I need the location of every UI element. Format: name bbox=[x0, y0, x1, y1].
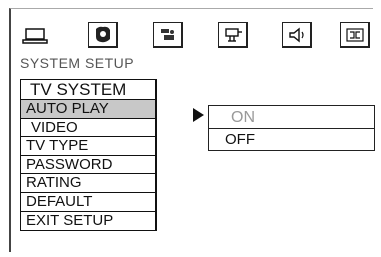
top-icon-bar bbox=[18, 22, 370, 50]
dolby-icon[interactable] bbox=[340, 22, 370, 48]
menu-item-password[interactable]: PASSWORD bbox=[21, 156, 155, 175]
section-title: SYSTEM SETUP bbox=[20, 55, 135, 71]
option-on[interactable]: ON bbox=[209, 106, 374, 129]
menu-item-tv-type[interactable]: TV TYPE bbox=[21, 137, 155, 156]
menu-item-auto-play[interactable]: AUTO PLAY bbox=[21, 100, 155, 119]
auto-play-submenu: ON OFF bbox=[208, 105, 375, 151]
monitor-icon[interactable] bbox=[20, 22, 50, 48]
menu-item-video[interactable]: VIDEO bbox=[21, 119, 155, 138]
menu-item-default[interactable]: DEFAULT bbox=[21, 193, 155, 212]
speaker-icon[interactable] bbox=[282, 22, 312, 48]
option-off[interactable]: OFF bbox=[209, 129, 374, 150]
video-icon[interactable] bbox=[218, 22, 248, 48]
language-icon[interactable] bbox=[153, 22, 183, 48]
system-settings-icon[interactable] bbox=[88, 22, 118, 48]
menu-item-rating[interactable]: RATING bbox=[21, 174, 155, 193]
menu-item-exit-setup[interactable]: EXIT SETUP bbox=[21, 212, 155, 231]
selection-arrow-icon bbox=[193, 108, 204, 122]
menu-item-tv-system[interactable]: TV SYSTEM bbox=[21, 80, 155, 100]
setup-menu: TV SYSTEM AUTO PLAY VIDEO TV TYPE PASSWO… bbox=[20, 79, 157, 232]
